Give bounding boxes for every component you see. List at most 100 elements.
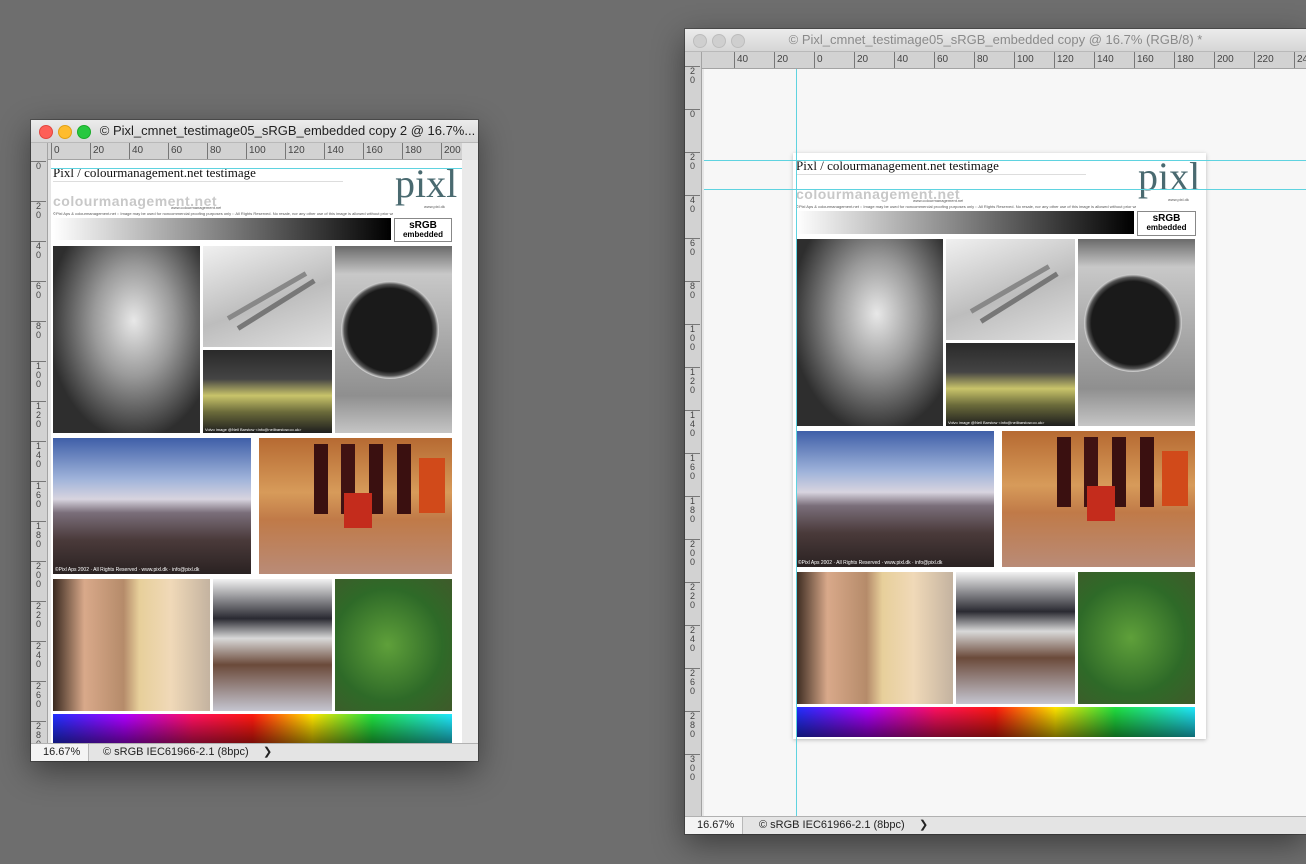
ruler-tick-label: 0	[685, 109, 700, 119]
ruler-tick-label: 60	[168, 143, 182, 159]
chevron-right-icon[interactable]: ❯	[919, 817, 928, 834]
grayscale-ramp	[53, 218, 391, 240]
ruler-tick-label: 180	[402, 143, 422, 159]
ruler-tick-label: 20	[854, 52, 868, 68]
ruler-tick-label: 160	[685, 453, 700, 481]
ruler-tick-label: 100	[685, 324, 700, 352]
ruler-tick-label: 120	[1054, 52, 1074, 68]
ruler-tick-label: 260	[31, 681, 46, 709]
ruler-tick-label: 240	[31, 641, 46, 669]
guide-line[interactable]	[704, 189, 1306, 190]
ruler-tick-label: 80	[685, 281, 700, 300]
ruler-tick-label: 120	[285, 143, 305, 159]
ruler-tick-label: 0	[31, 161, 46, 171]
vertical-ruler[interactable]: 2002040608010012014016018020022024026028…	[685, 52, 702, 817]
horizontal-ruler[interactable]: 0 20 40 60 80 100 120 140 160 180 200	[48, 143, 462, 160]
ruler-tick-label: 120	[31, 401, 46, 429]
ruler-tick-label: 300	[685, 754, 700, 782]
ruler-tick-label: 280	[31, 721, 46, 743]
ruler-tick-label: 20	[31, 201, 46, 220]
cm-url: www.colourmanagement.net	[913, 198, 964, 203]
guide-line[interactable]	[51, 168, 462, 169]
pixl-logo: pixl	[1138, 154, 1201, 199]
photo-wine-food	[259, 438, 452, 574]
window-1-titlebar[interactable]: © Pixl_cmnet_testimage05_sRGB_embedded c…	[31, 120, 478, 143]
horizontal-ruler[interactable]: 4020020406080100120140160180200220240	[702, 52, 1306, 69]
document-window-1[interactable]: © Pixl_cmnet_testimage05_sRGB_embedded c…	[31, 120, 478, 761]
ruler-tick-label: 200	[31, 561, 46, 589]
copyright-notice: ©Pixl Aps & colourmanagement.net :: Imag…	[796, 204, 1136, 209]
profile-info[interactable]: © sRGB IEC61966-2.1 (8bpc)	[103, 744, 249, 761]
ruler-tick-label: 140	[685, 410, 700, 438]
status-bar: 16.67% © sRGB IEC61966-2.1 (8bpc) ❯	[685, 816, 1306, 834]
photo-wine-food	[1002, 431, 1195, 567]
volvo-caption: Volvo image @Neil Barstow <info@neilbars…	[205, 427, 302, 432]
ruler-tick-label: 280	[685, 711, 700, 739]
photo-volvo-car: Volvo image @Neil Barstow <info@neilbars…	[203, 350, 332, 433]
photo-watch	[1078, 239, 1195, 426]
ruler-tick-label: 20	[685, 152, 700, 171]
ruler-tick-label: 40	[31, 241, 46, 260]
photo-portraits	[796, 572, 953, 704]
photo-clothing	[213, 579, 332, 711]
ruler-tick-label: 140	[324, 143, 344, 159]
ruler-tick-label: 200	[685, 539, 700, 567]
ruler-tick-label: 40	[129, 143, 143, 159]
vertical-ruler[interactable]: 0 20 40 60 80 100 120 140 160 180 200 220 240 260 280	[31, 143, 48, 743]
profile-info[interactable]: © sRGB IEC61966-2.1 (8bpc)	[759, 817, 905, 834]
photo-landscape: ©Pixl Aps 2002 · All Rights Reserved · w…	[796, 431, 994, 567]
ruler-tick-label: 120	[685, 367, 700, 395]
embedded-label: embedded	[1146, 223, 1187, 232]
vertical-scrollbar[interactable]	[462, 160, 478, 743]
ruler-tick-label: 100	[31, 361, 46, 389]
photo-nude-bw	[796, 239, 943, 426]
status-bar: 16.67% © sRGB IEC61966-2.1 (8bpc) ❯	[31, 743, 478, 761]
ruler-tick-label: 100	[1014, 52, 1034, 68]
photo-park-aerial	[335, 579, 452, 711]
ruler-tick-label: 180	[1174, 52, 1194, 68]
ruler-tick-label: 180	[685, 496, 700, 524]
cm-url: www.colourmanagement.net	[171, 205, 222, 210]
ruler-tick-label: 60	[934, 52, 948, 68]
ruler-tick-label: 60	[31, 281, 46, 300]
photo-clothing	[956, 572, 1075, 704]
chevron-right-icon[interactable]: ❯	[263, 744, 272, 761]
document-canvas[interactable]: Pixl / colourmanagement.net testimage co…	[51, 160, 462, 744]
photo-portraits	[53, 579, 210, 711]
spectrum-bar	[796, 707, 1195, 737]
pixl-logo: pixl	[395, 161, 458, 206]
ruler-tick-label: 100	[246, 143, 266, 159]
srgb-badge: sRGB embedded	[394, 218, 452, 242]
window-2-title: © Pixl_cmnet_testimage05_sRGB_embedded c…	[788, 32, 1203, 47]
photo-volvo-car: Volvo image @Neil Barstow <info@neilbars…	[946, 343, 1075, 426]
ruler-tick-label: 20	[685, 66, 700, 85]
ruler-tick-label: 40	[734, 52, 748, 68]
zoom-field[interactable]: 16.67%	[685, 817, 743, 834]
pixl-url: www.pixl.dk	[424, 204, 445, 209]
ruler-tick-label: 180	[31, 521, 46, 549]
ruler-tick-label: 160	[31, 481, 46, 509]
guide-line[interactable]	[704, 160, 1306, 161]
ruler-tick-label: 140	[31, 441, 46, 469]
guide-line-vertical[interactable]	[796, 69, 797, 817]
photo-cutlery	[946, 239, 1075, 340]
embedded-label: embedded	[402, 230, 443, 239]
zoom-field[interactable]: 16.67%	[31, 744, 89, 761]
window-2-titlebar[interactable]: © Pixl_cmnet_testimage05_sRGB_embedded c…	[685, 29, 1306, 52]
document-window-2[interactable]: © Pixl_cmnet_testimage05_sRGB_embedded c…	[685, 29, 1306, 834]
volvo-caption: Volvo image @Neil Barstow <info@neilbars…	[948, 420, 1045, 425]
srgb-badge: sRGB embedded	[1137, 211, 1196, 236]
ruler-tick-label: 80	[31, 321, 46, 340]
photo-cutlery	[203, 246, 332, 347]
grayscale-ramp	[796, 211, 1134, 234]
photo-landscape: ©Pixl Aps 2002 · All Rights Reserved · w…	[53, 438, 251, 574]
ruler-tick-label: 160	[363, 143, 383, 159]
ruler-tick-label: 140	[1094, 52, 1114, 68]
document-canvas[interactable]: Pixl / colourmanagement.net testimage co…	[793, 153, 1206, 739]
landscape-caption: ©Pixl Aps 2002 · All Rights Reserved · w…	[798, 560, 943, 566]
ruler-tick-label: 20	[774, 52, 788, 68]
landscape-caption: ©Pixl Aps 2002 · All Rights Reserved · w…	[55, 567, 200, 573]
ruler-tick-label: 220	[685, 582, 700, 610]
spectrum-bar	[53, 714, 452, 744]
photo-park-aerial	[1078, 572, 1195, 704]
